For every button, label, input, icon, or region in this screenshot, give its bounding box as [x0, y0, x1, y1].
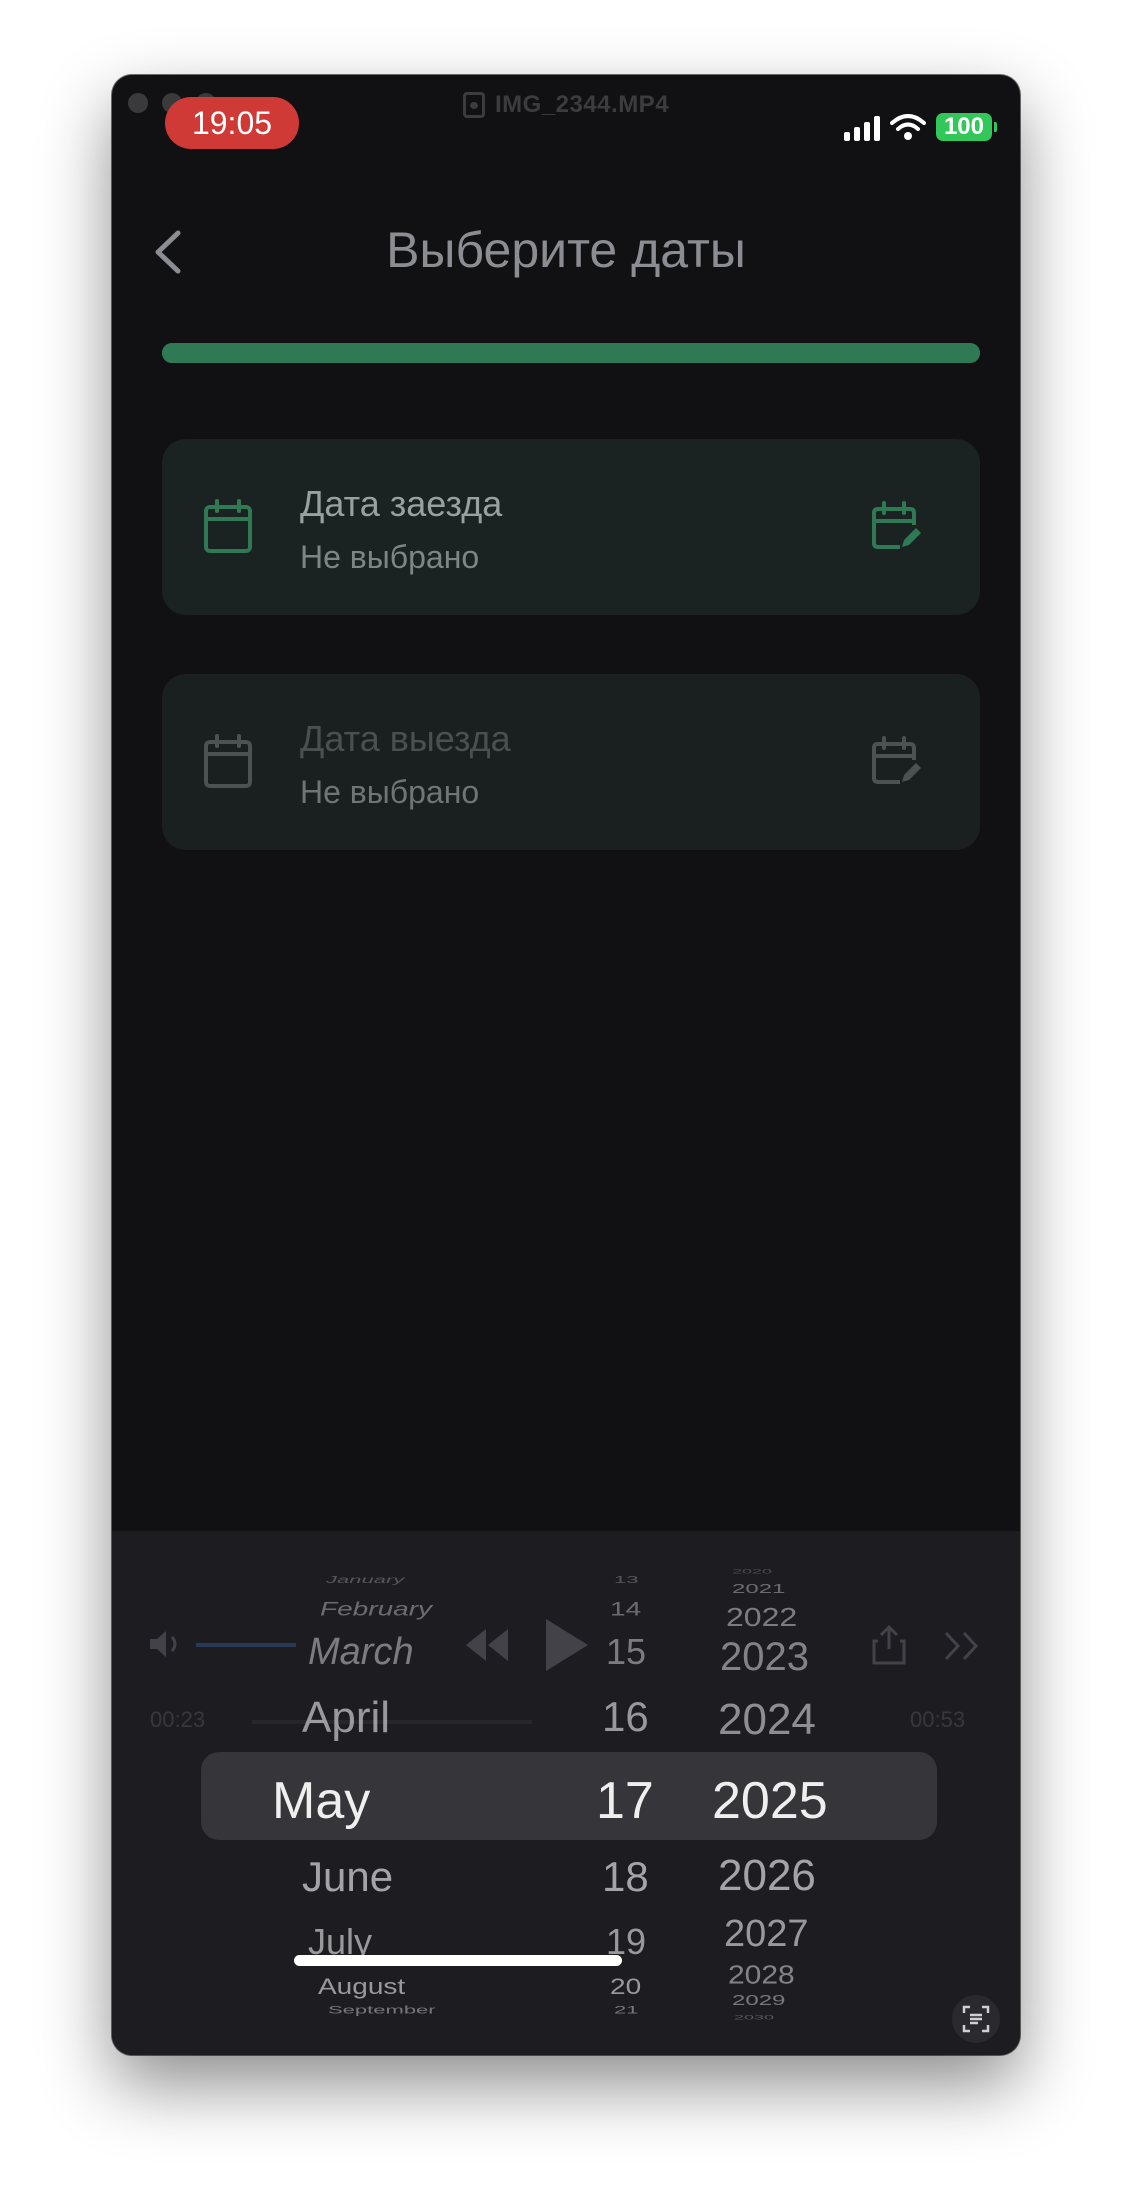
share-icon[interactable]: [872, 1625, 906, 1665]
volume-icon[interactable]: [148, 1629, 184, 1659]
remaining-time: 00:53: [910, 1707, 966, 1732]
play-icon[interactable]: [542, 1617, 590, 1673]
day-option[interactable]: 14: [610, 1598, 641, 1620]
day-option[interactable]: 13: [614, 1574, 638, 1586]
day-option-selected[interactable]: 17: [596, 1771, 654, 1831]
month-option-selected[interactable]: May: [272, 1771, 370, 1831]
day-option[interactable]: 20: [610, 1974, 641, 2000]
home-indicator[interactable]: [294, 1955, 622, 1966]
checkout-value: Не выбрано: [300, 774, 480, 810]
checkin-label: Дата заезда: [300, 483, 503, 524]
checkin-date-card[interactable]: Дата заезда Не выбрано: [162, 439, 980, 615]
close-window-button[interactable]: [128, 93, 148, 113]
status-indicators: 100: [843, 113, 998, 141]
file-name: IMG_2344.MP4: [494, 91, 670, 118]
battery-icon: 100: [935, 113, 998, 141]
calendar-icon: [204, 499, 252, 553]
year-option[interactable]: 2030: [734, 2014, 774, 2021]
checkin-value: Не выбрано: [300, 539, 480, 575]
day-option[interactable]: 15: [606, 1631, 646, 1673]
year-option[interactable]: 2023: [720, 1635, 809, 1680]
wifi-icon: [889, 114, 926, 140]
calendar-icon: [204, 734, 252, 788]
month-option[interactable]: March: [308, 1631, 414, 1674]
year-option[interactable]: 2029: [732, 1993, 785, 2010]
elapsed-time: 00:23: [150, 1707, 206, 1732]
scrubber[interactable]: [252, 1720, 532, 1724]
video-file-icon: [462, 92, 485, 118]
progress-bar-fill: [162, 343, 980, 363]
year-option[interactable]: 2028: [728, 1962, 795, 1991]
status-time: 19:05: [165, 97, 299, 149]
month-option[interactable]: January: [326, 1574, 404, 1586]
day-option[interactable]: 18: [602, 1853, 649, 1901]
progress-bar: [162, 343, 980, 363]
edit-calendar-icon[interactable]: [870, 736, 922, 788]
month-option[interactable]: August: [318, 1974, 405, 2000]
cellular-signal-icon: [843, 115, 880, 141]
page-title: Выберите даты: [386, 222, 746, 278]
window-file-title: IMG_2344.MP4: [462, 91, 670, 119]
year-option[interactable]: 2024: [718, 1695, 816, 1745]
day-option[interactable]: 16: [602, 1693, 649, 1741]
month-option[interactable]: June: [302, 1853, 393, 1901]
device-frame: IMG_2344.MP4 19:05 100 Выберите даты Дат…: [112, 75, 1020, 2055]
year-option[interactable]: 2020: [732, 1568, 772, 1575]
year-option[interactable]: 2022: [726, 1603, 797, 1633]
status-time-label: 19:05: [191, 104, 273, 141]
year-option[interactable]: 2021: [732, 1581, 785, 1596]
month-option[interactable]: February: [320, 1598, 432, 1620]
month-option[interactable]: September: [328, 2004, 436, 2017]
live-text-scan-icon[interactable]: [952, 1995, 1000, 2043]
rewind-icon[interactable]: [462, 1627, 510, 1663]
fast-forward-icon[interactable]: [942, 1631, 982, 1661]
date-picker-sheet: 00:23 00:53 January February March April…: [112, 1531, 1020, 2055]
checkout-date-card[interactable]: Дата выезда Не выбрано: [162, 674, 980, 850]
volume-slider[interactable]: [196, 1643, 296, 1647]
month-option[interactable]: April: [302, 1693, 390, 1743]
year-option[interactable]: 2026: [718, 1851, 816, 1901]
battery-level: 100: [943, 113, 984, 140]
year-option[interactable]: 2027: [724, 1913, 809, 1956]
day-option[interactable]: 21: [614, 2004, 638, 2017]
checkout-label: Дата выезда: [300, 718, 511, 759]
year-option-selected[interactable]: 2025: [712, 1771, 828, 1831]
edit-calendar-icon[interactable]: [870, 501, 922, 553]
